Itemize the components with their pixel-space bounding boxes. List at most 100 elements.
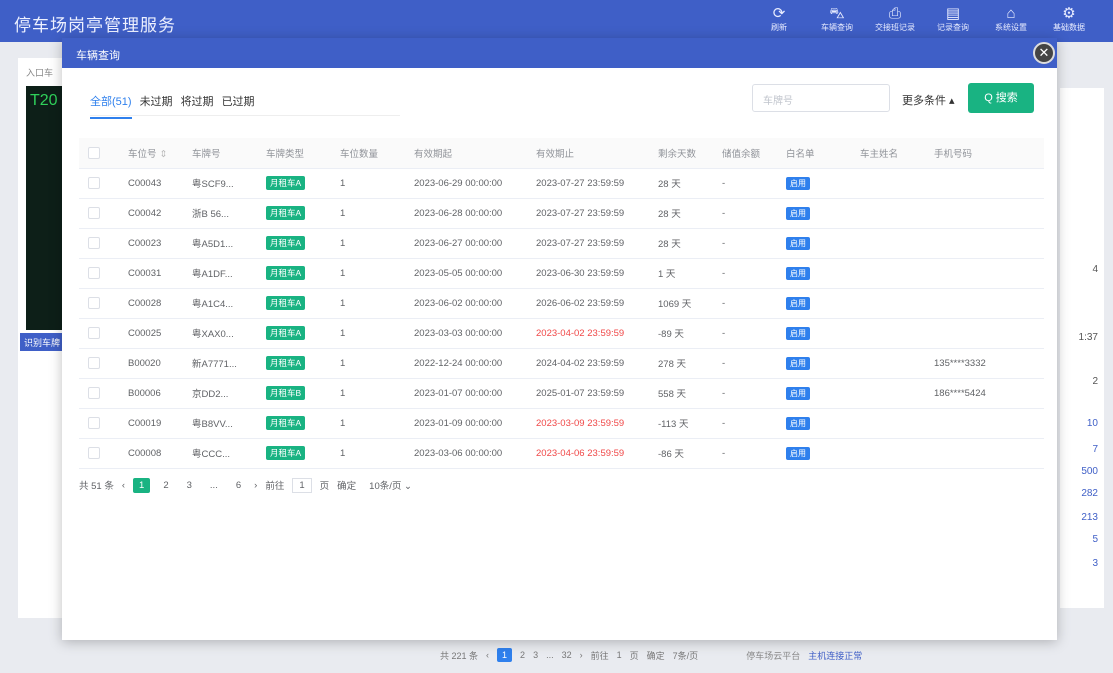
cell-owner [851, 198, 925, 229]
background-page-3[interactable]: 3 [533, 650, 538, 660]
row-checkbox[interactable] [79, 228, 119, 259]
background-goto-label: 前往 [590, 650, 609, 661]
toolbar-car-button[interactable]: ⛍ 车辆查询 [815, 5, 859, 33]
table-row[interactable]: C00025 粤XAX0... 月租车A 1 2023-03-03 00:00:00 20… [79, 318, 1044, 349]
background-page-2[interactable]: 2 [520, 650, 525, 660]
table-row[interactable]: C00043 粤SCF9... 月租车A 1 2023-06-29 00:00:00 20… [79, 168, 1044, 199]
cell-whitelist: 启用 [777, 228, 851, 259]
more-conditions-toggle[interactable]: 更多条件 ▴ [902, 92, 955, 108]
cell-owner [851, 258, 925, 289]
table-row[interactable]: B00020 新A7771... 月租车A 1 2022-12-24 00:00:00 2… [79, 348, 1044, 379]
table-row[interactable]: C00028 粤A1C4... 月租车A 1 2023-06-02 00:00:00 20… [79, 288, 1044, 319]
background-entry-label: 入口车 [26, 68, 54, 78]
row-checkbox[interactable] [79, 288, 119, 319]
cell-plate: 京DD2... [183, 378, 257, 409]
goto-page-input[interactable]: 1 [292, 477, 312, 493]
col-spot[interactable]: 车位号 ⇕ [119, 138, 183, 169]
cell-whitelist: 启用 [777, 258, 851, 289]
table-row[interactable]: C00042 浙B 56... 月租车A 1 2023-06-28 00:00:00 20… [79, 198, 1044, 229]
page-1[interactable]: 1 [133, 477, 151, 493]
background-goto-input[interactable]: 1 [617, 650, 622, 660]
whitelist-badge: 启用 [786, 206, 810, 220]
cell-spot: B00020 [119, 348, 183, 379]
row-checkbox[interactable] [79, 258, 119, 289]
cell-days: -86 天 [649, 438, 713, 469]
plate-search-input[interactable]: 车牌号 [752, 84, 890, 112]
cell-owner [851, 348, 925, 379]
whitelist-badge: 启用 [786, 416, 810, 430]
cell-plate: 粤SCF9... [183, 168, 257, 199]
select-all-checkbox[interactable] [79, 138, 119, 169]
cell-start: 2023-06-29 00:00:00 [405, 168, 527, 199]
background-page-size[interactable]: 7条/页 [673, 649, 699, 662]
next-page-icon[interactable]: › [254, 480, 257, 491]
cell-count: 1 [331, 258, 405, 289]
cell-count: 1 [331, 198, 405, 229]
row-checkbox[interactable] [79, 348, 119, 379]
page-last[interactable]: 6 [231, 478, 246, 493]
col-whitelist: 白名单 [777, 138, 851, 169]
cell-start: 2023-03-03 00:00:00 [405, 318, 527, 349]
table-row[interactable]: C00031 粤A1DF... 月租车A 1 2023-05-05 00:00:00 20… [79, 258, 1044, 289]
background-page-1[interactable]: 1 [497, 648, 513, 662]
prev-page-icon[interactable]: ‹ [122, 480, 125, 491]
row-checkbox[interactable] [79, 318, 119, 349]
toolbar-doc-button[interactable]: ▤ 记录查询 [931, 5, 975, 33]
cell-whitelist: 启用 [777, 348, 851, 379]
toolbar-label: 车辆查询 [821, 23, 853, 32]
cell-count: 1 [331, 378, 405, 409]
confirm-button[interactable]: 确定 [337, 478, 356, 492]
cell-days: 28 天 [649, 198, 713, 229]
cell-spot: C00031 [119, 258, 183, 289]
search-button[interactable]: Q 搜索 [968, 83, 1034, 113]
cell-days: 558 天 [649, 378, 713, 409]
background-page-last[interactable]: 32 [562, 650, 572, 660]
row-checkbox[interactable] [79, 438, 119, 469]
cell-type: 月租车A [257, 288, 331, 319]
cell-spot: B00006 [119, 378, 183, 409]
cell-whitelist: 启用 [777, 378, 851, 409]
background-stat-value: 282 [1081, 488, 1098, 499]
table-row[interactable]: C00019 粤B8VV... 月租车A 1 2023-01-09 00:00:00 20… [79, 408, 1044, 439]
table-row[interactable]: B00006 京DD2... 月租车B 1 2023-01-07 00:00:00 202… [79, 378, 1044, 409]
page-3[interactable]: 3 [182, 478, 197, 493]
toolbar-gear-button[interactable]: ⚙ 基础数据 [1047, 5, 1091, 33]
cell-start: 2023-06-28 00:00:00 [405, 198, 527, 229]
close-icon[interactable]: ✕ [1033, 42, 1055, 64]
refresh-icon: ⟳ [772, 5, 786, 22]
plate-type-badge: 月租车A [266, 296, 306, 310]
background-pagination: 共 221 条 ‹ 1 2 3 ... 32 › 前往 1 页 确定 7条/页 … [440, 644, 1040, 666]
cell-end: 2023-04-02 23:59:59 [527, 318, 649, 349]
cell-whitelist: 启用 [777, 168, 851, 199]
page-ellipsis[interactable]: ... [205, 478, 223, 493]
row-checkbox[interactable] [79, 168, 119, 199]
table-row[interactable]: C00008 粤CCC... 月租车A 1 2023-03-06 00:00:00 202… [79, 438, 1044, 469]
cell-end: 2023-07-27 23:59:59 [527, 228, 649, 259]
row-checkbox[interactable] [79, 378, 119, 409]
cell-spot: C00042 [119, 198, 183, 229]
background-page-ellipsis[interactable]: ... [546, 650, 554, 660]
toolbar-bell-button[interactable]: ⌂ 系统设置 [989, 5, 1033, 33]
page-2[interactable]: 2 [158, 478, 173, 493]
toolbar-refresh-button[interactable]: ⟳ 刷新 [757, 5, 801, 33]
next-page-icon[interactable]: › [580, 650, 583, 660]
toolbar-print-button[interactable]: ⎙ 交接班记录 [873, 5, 917, 33]
prev-page-icon[interactable]: ‹ [486, 650, 489, 660]
row-checkbox[interactable] [79, 198, 119, 229]
table-row[interactable]: C00023 粤A5D1... 月租车A 1 2023-06-27 00:00:00 20… [79, 228, 1044, 259]
cell-plate: 新A7771... [183, 348, 257, 379]
goto-label: 前往 [265, 481, 285, 492]
sort-icon[interactable]: ⇕ [160, 149, 168, 160]
dialog-pagination: 共 51 条 ‹ 1 2 3 ... 6 › 前往 1 页 确定 10条/页 ⌄ [79, 476, 417, 494]
page-size-select[interactable]: 10条/页 ⌄ [364, 476, 417, 494]
cell-count: 1 [331, 228, 405, 259]
cell-balance: - [713, 258, 777, 289]
cell-plate: 浙B 56... [183, 198, 257, 229]
background-recognize-button[interactable]: 识别车牌 [20, 333, 64, 351]
cell-plate: 粤A1DF... [183, 258, 257, 289]
cell-phone [925, 318, 1044, 349]
cell-whitelist: 启用 [777, 198, 851, 229]
cell-days: 28 天 [649, 228, 713, 259]
background-confirm[interactable]: 确定 [647, 649, 665, 662]
row-checkbox[interactable] [79, 408, 119, 439]
